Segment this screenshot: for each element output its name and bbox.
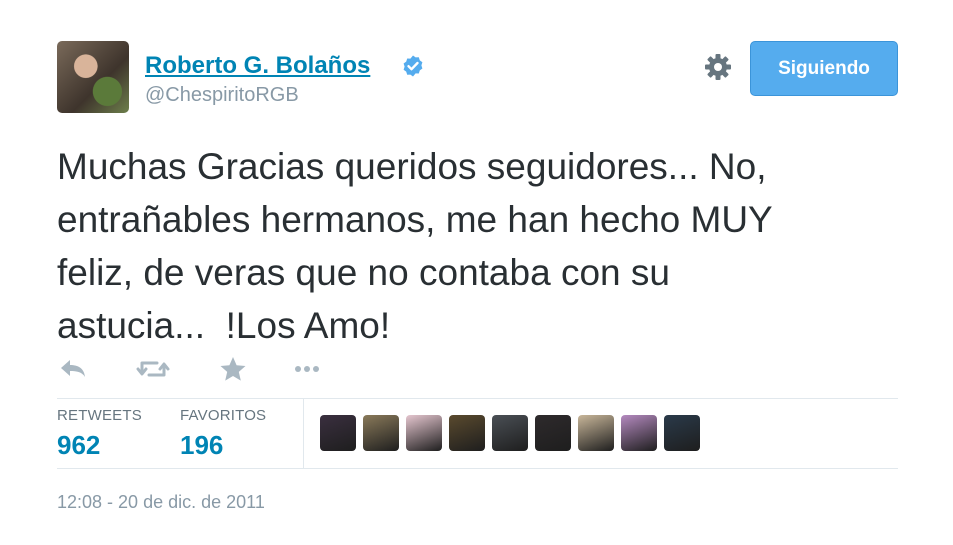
- following-button[interactable]: Siguiendo: [750, 41, 898, 96]
- favorites-count[interactable]: 196: [180, 430, 266, 461]
- favorites-stat[interactable]: FAVORITOS 196: [180, 407, 266, 461]
- favoriter-avatar[interactable]: [320, 415, 356, 451]
- gear-icon[interactable]: [703, 52, 733, 82]
- user-display-name[interactable]: Roberto G. Bolaños: [145, 52, 370, 80]
- tweet-timestamp[interactable]: 12:08 - 20 de dic. de 2011: [57, 492, 265, 513]
- stats-bottom-divider: [57, 468, 898, 469]
- favoriter-avatar[interactable]: [492, 415, 528, 451]
- profile-avatar[interactable]: [57, 41, 129, 113]
- retweets-stat[interactable]: RETWEETS 962: [57, 407, 142, 461]
- favoriter-avatar[interactable]: [406, 415, 442, 451]
- favoriter-avatar[interactable]: [449, 415, 485, 451]
- favoriter-avatar[interactable]: [535, 415, 571, 451]
- retweets-label: RETWEETS: [57, 407, 142, 424]
- favoriter-avatar[interactable]: [578, 415, 614, 451]
- favoriter-avatar[interactable]: [363, 415, 399, 451]
- verified-badge-icon: [403, 55, 423, 77]
- favoriter-avatars: [320, 415, 700, 451]
- more-ellipsis-icon[interactable]: [291, 354, 323, 384]
- reply-icon[interactable]: [57, 354, 89, 384]
- favorite-star-icon[interactable]: [217, 354, 249, 384]
- retweets-count[interactable]: 962: [57, 430, 142, 461]
- stats-top-divider: [57, 398, 898, 399]
- favorites-label: FAVORITOS: [180, 407, 267, 424]
- tweet-text: Muchas Gracias queridos seguidores... No…: [57, 146, 773, 346]
- stats-vertical-divider: [303, 398, 304, 468]
- retweet-icon[interactable]: [135, 354, 171, 384]
- favoriter-avatar[interactable]: [621, 415, 657, 451]
- user-handle[interactable]: @ChespiritoRGB: [145, 84, 299, 107]
- favoriter-avatar[interactable]: [664, 415, 700, 451]
